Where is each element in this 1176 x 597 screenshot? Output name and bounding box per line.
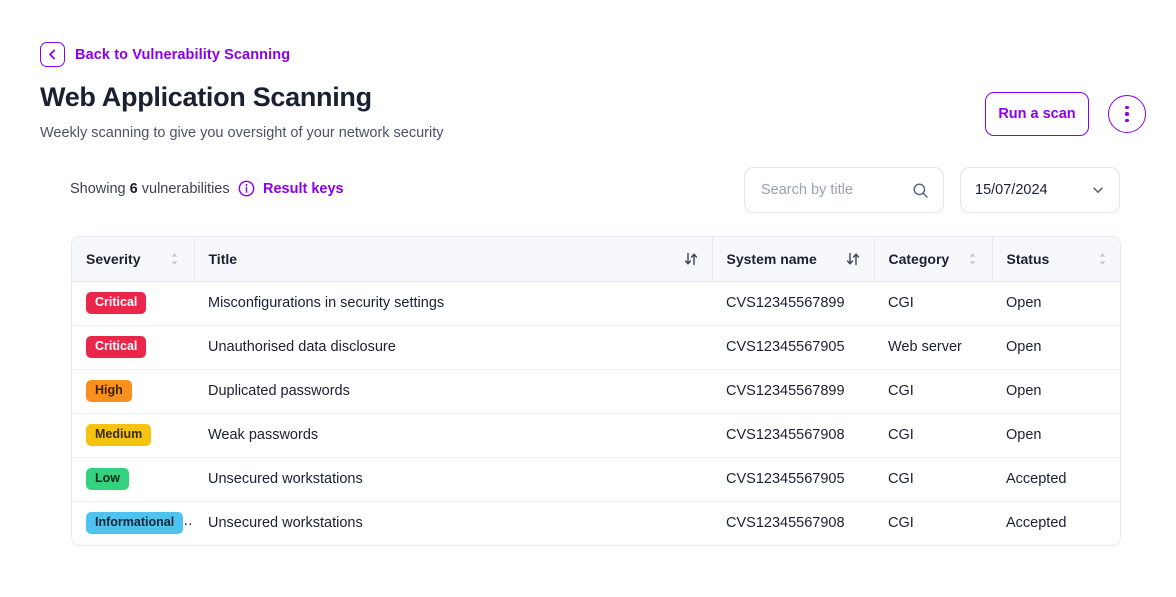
cell-status: Open [992, 325, 1120, 370]
vertical-dots-icon [1125, 112, 1129, 116]
vulnerabilities-table: Severity Title System name Category Stat… [71, 236, 1121, 546]
table-row[interactable]: Critical Misconfigurations in security se… [72, 281, 1120, 326]
cell-title: Misconfigurations in security settings [194, 281, 712, 326]
showing-count: 6 [129, 181, 138, 197]
search-input[interactable] [759, 181, 906, 199]
cell-system-name: CVS12345567899 [712, 281, 874, 326]
chevron-left-icon [49, 49, 56, 60]
column-label: Severity [86, 250, 141, 267]
severity-badge: Low [86, 468, 129, 490]
vertical-dots-icon [1125, 118, 1129, 123]
results-count: Showing 6 vulnerabilities [70, 181, 230, 197]
cell-severity: Informational [72, 501, 194, 545]
chevron-down-icon[interactable] [1091, 183, 1105, 197]
cell-severity: Medium [72, 413, 194, 458]
cell-system-name: CVS12345567908 [712, 413, 874, 458]
cell-severity: Critical [72, 281, 194, 326]
cell-severity: Low [72, 457, 194, 502]
column-header-system-name[interactable]: System name [712, 237, 875, 282]
cell-status: Open [992, 281, 1120, 326]
back-button[interactable] [40, 42, 65, 67]
column-header-category[interactable]: Category [874, 237, 993, 282]
cell-category: Web server [874, 325, 992, 370]
vertical-dots-icon [1125, 105, 1129, 110]
cell-system-name: CVS12345567905 [712, 457, 874, 502]
column-header-status[interactable]: Status [992, 237, 1120, 282]
column-header-title[interactable]: Title [194, 237, 713, 282]
cell-title: Unsecured workstations [208, 515, 363, 532]
showing-suffix: vulnerabilities [141, 181, 230, 197]
date-filter-value: 15/07/2024 [975, 182, 1048, 198]
table-row[interactable]: Low Unsecured workstations CVS12345567905 C… [72, 457, 1120, 502]
breadcrumb[interactable]: Back to Vulnerability Scanning [40, 42, 290, 67]
severity-badge: Critical [86, 292, 147, 314]
column-label: Title [208, 250, 238, 267]
showing-prefix: Showing [70, 181, 126, 197]
table-body: Critical Misconfigurations in security se… [72, 281, 1120, 545]
page-title: Web Application Scanning [40, 82, 372, 112]
table-row[interactable]: High Duplicated passwords CVS12345567899 CG… [72, 369, 1120, 414]
info-circle-icon [238, 180, 255, 197]
table-header-row: Severity Title System name Category Stat… [72, 237, 1120, 282]
sort-icon[interactable] [1097, 252, 1108, 266]
column-header-severity[interactable]: Severity [72, 237, 195, 282]
cell-status: Open [992, 413, 1120, 458]
run-scan-button[interactable]: Run a scan [985, 92, 1089, 136]
cell-category: CGI [874, 413, 992, 458]
sort-icon[interactable] [967, 252, 978, 266]
cell-system-name: CVS12345567908 [726, 515, 845, 532]
cell-system-name: CVS12345567905 [712, 325, 874, 370]
cell-title: Unauthorised data disclosure [194, 325, 712, 370]
more-options-button[interactable] [1108, 95, 1146, 133]
cell-status: Open [992, 369, 1120, 414]
cell-title: Unsecured workstations [194, 457, 712, 502]
cell-category: CGI [874, 281, 992, 326]
column-label: Status [1006, 250, 1050, 267]
date-filter-select[interactable]: 15/07/2024 [960, 167, 1120, 213]
sort-icon[interactable] [846, 252, 860, 266]
sort-icon[interactable] [684, 252, 698, 266]
sort-icon[interactable] [169, 252, 180, 266]
page-subtitle: Weekly scanning to give you oversight of… [40, 125, 444, 141]
severity-badge: Medium [86, 424, 152, 446]
back-link-label[interactable]: Back to Vulnerability Scanning [75, 47, 290, 63]
column-label: Category [888, 250, 950, 267]
cell-category: CGI [874, 369, 992, 414]
result-keys-label[interactable]: Result keys [263, 181, 344, 197]
cell-severity: Critical [72, 325, 194, 370]
page-card: Back to Vulnerability Scanning Web Appli… [8, 8, 1176, 597]
search-field[interactable] [744, 167, 944, 213]
cell-status: Accepted [1006, 515, 1067, 532]
table-row[interactable]: Informational Unsecured workstations CVS12… [72, 501, 1120, 545]
result-keys-link[interactable]: Result keys [238, 180, 344, 197]
cell-title: Weak passwords [194, 413, 712, 458]
severity-badge: High [86, 380, 132, 402]
severity-badge: Critical [86, 336, 147, 358]
cell-title: Duplicated passwords [194, 369, 712, 414]
severity-badge: Informational [86, 512, 184, 535]
search-icon[interactable] [912, 182, 929, 199]
cell-category: CGI [874, 457, 992, 502]
table-row[interactable]: Critical Unauthorised data disclosure CVS1… [72, 325, 1120, 370]
table-row[interactable]: Medium Weak passwords CVS12345567908 CGI Ope… [72, 413, 1120, 458]
column-label: System name [726, 250, 817, 267]
cell-system-name: CVS12345567899 [712, 369, 874, 414]
cell-category: CGI [888, 515, 914, 532]
cell-status: Accepted [992, 457, 1120, 502]
cell-severity: High [72, 369, 194, 414]
